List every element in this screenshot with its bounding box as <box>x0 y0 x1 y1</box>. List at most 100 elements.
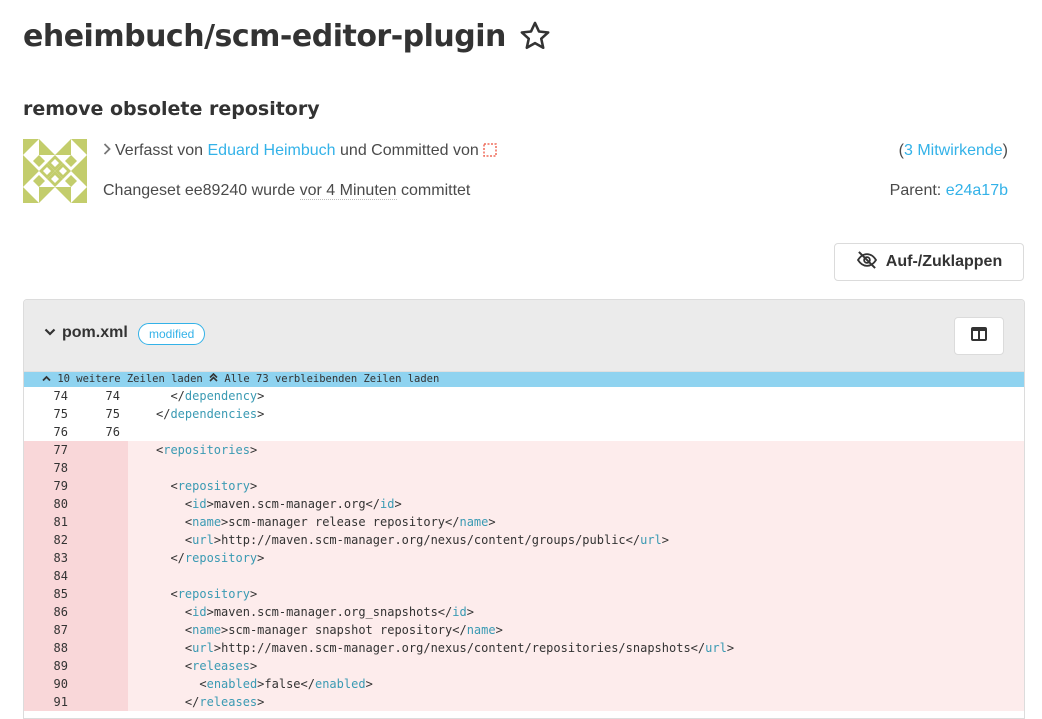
xml-tag: repository <box>184 551 258 565</box>
author-link[interactable]: Eduard Heimbuch <box>208 142 336 159</box>
xml-text: maven.scm-manager.org_snapshots <box>213 605 438 619</box>
new-line-number[interactable] <box>68 693 120 711</box>
parent-label: Parent: <box>889 182 942 199</box>
angle-up-icon <box>42 373 51 385</box>
xml-tag: name <box>192 515 222 529</box>
line-code: </dependencies> <box>156 407 265 421</box>
line-gutter: 87 <box>24 621 128 639</box>
new-line-number[interactable] <box>68 441 120 459</box>
xml-tag: url <box>192 641 214 655</box>
line-code: <url>http://maven.scm-manager.org/nexus/… <box>184 641 735 655</box>
old-line-number[interactable]: 85 <box>24 585 68 603</box>
xml-tag: repository <box>177 587 250 601</box>
expand-bar: 10 weitere Zeilen laden Alle 73 verbleib… <box>24 372 1024 387</box>
new-line-number[interactable] <box>68 621 120 639</box>
old-line-number[interactable]: 91 <box>24 693 68 711</box>
toggle-all-button[interactable]: Auf-/Zuklappen <box>834 243 1024 281</box>
old-line-number[interactable]: 88 <box>24 639 68 657</box>
line-code: <url>http://maven.scm-manager.org/nexus/… <box>184 533 670 547</box>
load-all-lines[interactable]: Alle 73 verbleibenden Zeilen laden <box>209 372 439 385</box>
old-line-number[interactable]: 74 <box>24 387 68 405</box>
new-line-number[interactable] <box>68 585 120 603</box>
split-view-button[interactable] <box>954 317 1004 355</box>
old-line-number[interactable]: 87 <box>24 621 68 639</box>
line-gutter: 78 <box>24 459 128 477</box>
xml-text: http://maven.scm-manager.org/nexus/conte… <box>221 533 626 547</box>
diff-line: 74 74 </dependency> <box>24 387 1024 405</box>
xml-tag: url <box>192 533 214 547</box>
new-line-number[interactable] <box>68 495 120 513</box>
line-code: <repositories> <box>156 443 258 457</box>
diff-line: 89 <releases> <box>24 657 1024 675</box>
contributors: (3 Mitwirkende) <box>898 142 1008 159</box>
old-line-number[interactable]: 77 <box>24 441 68 459</box>
diff-line: 88 <url>http://maven.scm-manager.org/nex… <box>24 639 1024 657</box>
diff-line: 78 <box>24 459 1024 477</box>
commit-title: remove obsolete repository <box>23 98 320 120</box>
file-toggle[interactable]: pom.xml <box>44 324 128 342</box>
old-line-number[interactable]: 82 <box>24 531 68 549</box>
old-line-number[interactable]: 80 <box>24 495 68 513</box>
new-line-number[interactable] <box>68 531 120 549</box>
contributors-link[interactable]: 3 Mitwirkende <box>904 142 1003 159</box>
new-line-number[interactable]: 75 <box>68 405 120 423</box>
old-line-number[interactable]: 81 <box>24 513 68 531</box>
repo-name: eheimbuch/scm-editor-plugin <box>23 18 506 54</box>
chevron-right-icon[interactable] <box>103 142 111 160</box>
xml-tag: name <box>192 623 222 637</box>
new-line-number[interactable]: 74 <box>68 387 120 405</box>
line-gutter: 88 <box>24 639 128 657</box>
changeset-time: vor 4 Minuten <box>299 182 397 200</box>
line-gutter: 81 <box>24 513 128 531</box>
diff-line: 81 <name>scm-manager release repository<… <box>24 513 1024 531</box>
new-line-number[interactable]: 76 <box>68 423 120 441</box>
load-more-lines[interactable]: 10 weitere Zeilen laden <box>42 373 203 385</box>
star-outline-icon[interactable] <box>518 19 552 53</box>
line-code: <repository> <box>170 479 258 493</box>
xml-end-tag: name <box>466 623 496 637</box>
old-line-number[interactable]: 83 <box>24 549 68 567</box>
file-name: pom.xml <box>62 324 128 341</box>
xml-tag: releases <box>192 659 250 673</box>
old-line-number[interactable]: 84 <box>24 567 68 585</box>
columns-icon <box>971 326 987 346</box>
new-line-number[interactable] <box>68 513 120 531</box>
old-line-number[interactable]: 90 <box>24 675 68 693</box>
old-line-number[interactable]: 86 <box>24 603 68 621</box>
line-gutter: 79 <box>24 477 128 495</box>
xml-end-tag: name <box>459 515 489 529</box>
new-line-number[interactable] <box>68 567 120 585</box>
new-line-number[interactable] <box>68 639 120 657</box>
diff-line: 86 <id>maven.scm-manager.org_snapshots</… <box>24 603 1024 621</box>
new-line-number[interactable] <box>68 603 120 621</box>
diff-line: 80 <id>maven.scm-manager.org</id> <box>24 495 1024 513</box>
old-line-number[interactable]: 79 <box>24 477 68 495</box>
line-code: <repository> <box>170 587 258 601</box>
line-code: <id>maven.scm-manager.org</id> <box>184 497 402 511</box>
changeset-id: ee89240 <box>184 182 248 199</box>
double-angle-up-icon <box>209 372 218 385</box>
line-code: <name>scm-manager release repository</na… <box>184 515 496 529</box>
line-gutter: 90 <box>24 675 128 693</box>
diff-line: 77 <repositories> <box>24 441 1024 459</box>
new-line-number[interactable] <box>68 459 120 477</box>
new-line-number[interactable] <box>68 477 120 495</box>
xml-end-tag: url <box>705 641 727 655</box>
authored-by-label: Verfasst von <box>115 142 204 160</box>
new-line-number[interactable] <box>68 657 120 675</box>
old-line-number[interactable]: 78 <box>24 459 68 477</box>
line-gutter: 74 74 <box>24 387 128 405</box>
old-line-number[interactable]: 89 <box>24 657 68 675</box>
old-line-number[interactable]: 76 <box>24 423 68 441</box>
line-code: <id>maven.scm-manager.org_snapshots</id> <box>184 605 474 619</box>
old-line-number[interactable]: 75 <box>24 405 68 423</box>
new-line-number[interactable] <box>68 675 120 693</box>
commit-authors: Verfasst von Eduard Heimbuch und Committ… <box>103 142 498 163</box>
parent-link[interactable]: e24a17b <box>946 182 1008 199</box>
line-code: </releases> <box>184 695 265 709</box>
xml-text: scm-manager snapshot repository <box>228 623 453 637</box>
line-gutter: 91 <box>24 693 128 711</box>
diff-line: 91 </releases> <box>24 693 1024 711</box>
new-line-number[interactable] <box>68 549 120 567</box>
